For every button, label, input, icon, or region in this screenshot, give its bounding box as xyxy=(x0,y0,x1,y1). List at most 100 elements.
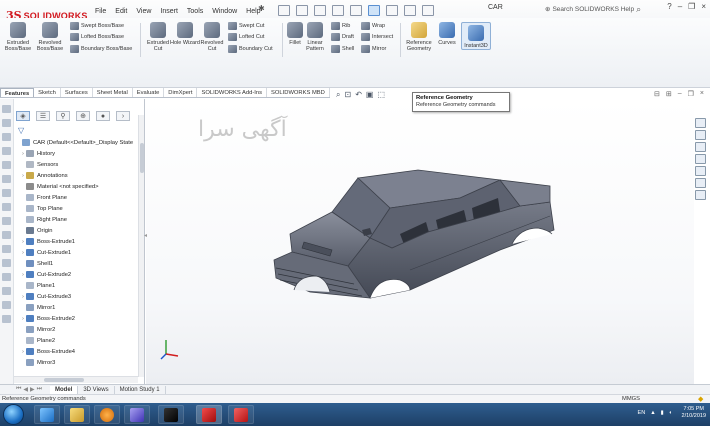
prev-tab-icon[interactable]: ◀ xyxy=(23,386,28,393)
side-tool-icon[interactable] xyxy=(2,119,11,127)
menu-tools[interactable]: Tools xyxy=(187,8,203,15)
tree-vertical-scrollbar[interactable] xyxy=(138,115,144,377)
system-clock[interactable]: 7:05 PM 2/10/2019 xyxy=(682,406,706,420)
side-tool-icon[interactable] xyxy=(2,161,11,169)
mirror-button[interactable]: Mirror xyxy=(361,45,386,53)
side-tool-icon[interactable] xyxy=(2,231,11,239)
viewport-split-icon[interactable]: ⊟ xyxy=(654,90,660,98)
panel-collapse-arrow-icon[interactable]: ◂ xyxy=(144,232,147,239)
volume-icon[interactable]: ◖ xyxy=(669,410,672,416)
tree-node[interactable]: Mirror1 xyxy=(14,302,138,313)
instant3d-button[interactable]: Instant3D xyxy=(461,22,491,50)
hole-wizard-button[interactable]: Hole Wizard xyxy=(170,22,200,46)
tab-surfaces[interactable]: Surfaces xyxy=(61,88,93,97)
language-indicator[interactable]: EN xyxy=(638,410,646,416)
reference-geometry-button[interactable]: Reference Geometry xyxy=(403,22,435,52)
select-icon[interactable] xyxy=(368,4,380,16)
next-tab-icon[interactable]: ▶ xyxy=(30,386,35,393)
curves-button[interactable]: Curves xyxy=(435,22,459,46)
shell-button[interactable]: Shell xyxy=(331,45,354,53)
configuration-manager-tab-icon[interactable]: ⚲ xyxy=(56,111,70,121)
first-tab-icon[interactable]: ⏮ xyxy=(16,386,21,393)
revolved-boss-button[interactable]: Revolved Boss/Base xyxy=(35,22,65,52)
rib-button[interactable]: Rib xyxy=(331,22,350,30)
scrollbar-thumb[interactable] xyxy=(44,378,84,382)
scrollbar-thumb[interactable] xyxy=(140,143,144,173)
taskbar-app-explorer[interactable] xyxy=(64,405,90,424)
network-icon[interactable]: ▮ xyxy=(661,410,664,416)
side-tool-icon[interactable] xyxy=(2,133,11,141)
tree-node[interactable]: › History xyxy=(14,148,138,159)
custom-properties-icon[interactable] xyxy=(695,190,706,200)
tree-node[interactable]: › Cut-Extrude2 xyxy=(14,269,138,280)
bottom-tab-3d-views[interactable]: 3D Views xyxy=(78,385,115,394)
status-help-icon[interactable]: ◆ xyxy=(698,395,703,403)
side-tool-icon[interactable] xyxy=(2,287,11,295)
file-explorer-icon[interactable] xyxy=(695,154,706,164)
bottom-tab-motion-study-1[interactable]: Motion Study 1 xyxy=(115,385,166,394)
lofted-boss-button[interactable]: Lofted Boss/Base xyxy=(70,33,124,41)
resources-icon[interactable] xyxy=(695,130,706,140)
menu-edit[interactable]: Edit xyxy=(115,8,127,15)
side-tool-icon[interactable] xyxy=(2,175,11,183)
menu-window[interactable]: Window xyxy=(212,8,237,15)
tab-dimxpert[interactable]: DimXpert xyxy=(164,88,198,97)
open-document-icon[interactable] xyxy=(296,4,308,16)
filter-icon[interactable]: ▽ xyxy=(18,126,24,135)
help-search[interactable]: ⊕ Search SOLIDWORKS Help ⌕ xyxy=(545,3,655,15)
show-hidden-icons-icon[interactable]: ▲ xyxy=(650,410,655,416)
appearances-icon[interactable] xyxy=(695,178,706,188)
side-tool-icon[interactable] xyxy=(2,259,11,267)
side-tool-icon[interactable] xyxy=(2,189,11,197)
menu-view[interactable]: View xyxy=(136,8,151,15)
design-library-icon[interactable] xyxy=(695,142,706,152)
tree-node[interactable]: › Boss-Extrude2 xyxy=(14,313,138,324)
side-tool-icon[interactable] xyxy=(2,105,11,113)
linear-pattern-button[interactable]: Linear Pattern xyxy=(300,22,330,52)
save-icon[interactable] xyxy=(314,4,326,16)
minimize-icon[interactable]: – xyxy=(678,2,682,11)
search-icon[interactable]: ⌕ xyxy=(636,4,641,15)
tree-node[interactable]: Origin xyxy=(14,225,138,236)
viewport-close-icon[interactable]: × xyxy=(700,90,704,98)
side-tool-icon[interactable] xyxy=(2,273,11,281)
start-button[interactable] xyxy=(3,404,24,425)
viewport-tile-icon[interactable]: ⊞ xyxy=(666,90,672,98)
side-tool-icon[interactable] xyxy=(2,217,11,225)
viewport-restore-icon[interactable]: ❐ xyxy=(688,90,694,98)
help-search-input[interactable]: Search SOLIDWORKS Help xyxy=(552,6,634,13)
tree-horizontal-scrollbar[interactable] xyxy=(14,376,138,383)
panel-more-icon[interactable]: › xyxy=(116,111,130,121)
tree-node[interactable]: Mirror3 xyxy=(14,357,138,368)
undo-icon[interactable] xyxy=(350,4,362,16)
tree-node[interactable]: › Cut-Extrude1 xyxy=(14,247,138,258)
wrap-button[interactable]: Wrap xyxy=(361,22,385,30)
tab-solidworks-mbd[interactable]: SOLIDWORKS MBD xyxy=(267,88,330,97)
feature-manager-tab-icon[interactable]: ◈ xyxy=(16,111,30,121)
options-gear-icon[interactable] xyxy=(422,4,434,16)
display-manager-tab-icon[interactable]: ● xyxy=(96,111,110,121)
view-palette-icon[interactable] xyxy=(695,166,706,176)
tree-node[interactable]: › Annotations xyxy=(14,170,138,181)
extruded-cut-button[interactable]: Extruded Cut xyxy=(143,22,173,52)
side-tool-icon[interactable] xyxy=(2,203,11,211)
dimxpert-manager-tab-icon[interactable]: ⊕ xyxy=(76,111,90,121)
revolved-cut-button[interactable]: Revolved Cut xyxy=(197,22,227,52)
intersect-button[interactable]: Intersect xyxy=(361,33,393,41)
tab-solidworks-add-ins[interactable]: SOLIDWORKS Add-Ins xyxy=(197,88,268,97)
taskbar-app-player[interactable] xyxy=(124,405,150,424)
draft-button[interactable]: Draft xyxy=(331,33,354,41)
new-document-icon[interactable] xyxy=(278,4,290,16)
bottom-tab-model[interactable]: Model xyxy=(50,385,79,394)
boundary-cut-button[interactable]: Boundary Cut xyxy=(228,45,273,53)
tree-node[interactable]: Right Plane xyxy=(14,214,138,225)
side-tool-icon[interactable] xyxy=(2,301,11,309)
last-tab-icon[interactable]: ⏭ xyxy=(37,386,42,393)
tab-sketch[interactable]: Sketch xyxy=(34,88,61,97)
tree-node[interactable]: CAR (Default<<Default>_Display State xyxy=(14,137,138,148)
car-body-model[interactable] xyxy=(250,150,580,340)
extruded-boss-button[interactable]: Extruded Boss/Base xyxy=(3,22,33,52)
tree-node[interactable]: › Cut-Extrude3 xyxy=(14,291,138,302)
tab-sheet-metal[interactable]: Sheet Metal xyxy=(93,88,133,97)
tree-node[interactable]: Mirror2 xyxy=(14,324,138,335)
